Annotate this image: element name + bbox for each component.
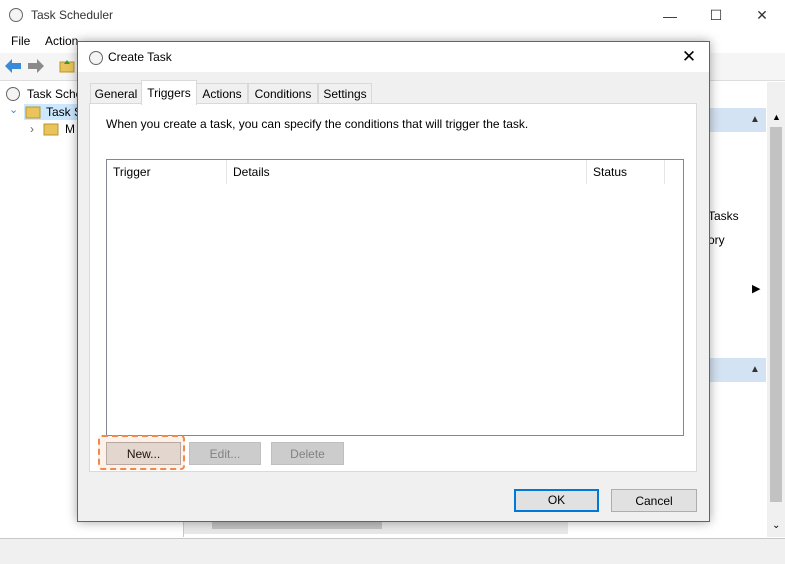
tree-folder-label[interactable]: M: [65, 122, 75, 136]
tab-actions[interactable]: Actions: [196, 83, 248, 104]
column-header-details[interactable]: Details: [227, 160, 587, 184]
status-bar: [0, 538, 785, 564]
tree-root-label[interactable]: Task Sche: [27, 87, 82, 101]
back-arrow-icon[interactable]: [4, 58, 22, 74]
menu-action[interactable]: Action: [45, 34, 78, 48]
triggers-list[interactable]: Trigger Details Status: [106, 159, 684, 436]
submenu-arrow-icon[interactable]: ▶: [752, 282, 760, 295]
dialog-title: Create Task: [108, 50, 172, 64]
menu-file[interactable]: File: [11, 34, 30, 48]
ok-button[interactable]: OK: [514, 489, 599, 512]
actions-item-tasks[interactable]: Tasks: [708, 209, 739, 223]
column-header-trigger[interactable]: Trigger: [107, 160, 227, 184]
maximize-button[interactable]: ☐: [693, 0, 739, 31]
actions-item-history[interactable]: ory: [708, 233, 725, 247]
triggers-panel: When you create a task, you can specify …: [89, 103, 697, 472]
cancel-button[interactable]: Cancel: [611, 489, 697, 512]
dialog-clock-icon: [89, 51, 103, 65]
up-folder-icon[interactable]: [59, 58, 75, 74]
close-window-button[interactable]: ✕: [739, 0, 785, 31]
scroll-up-icon[interactable]: ▲: [772, 112, 781, 122]
task-scheduler-icon: [9, 8, 23, 22]
scheduler-root-icon: [6, 87, 20, 101]
tab-triggers[interactable]: Triggers: [141, 80, 197, 105]
expand-chevron-icon[interactable]: ⌄: [9, 103, 18, 116]
dialog-close-button[interactable]: ✕: [675, 45, 703, 69]
delete-trigger-button[interactable]: Delete: [271, 442, 344, 465]
edit-trigger-button[interactable]: Edit...: [189, 442, 261, 465]
actions-scrollbar[interactable]: ▲ ⌄: [767, 82, 785, 537]
triggers-description: When you create a task, you can specify …: [106, 117, 529, 131]
main-titlebar: Task Scheduler — ☐ ✕: [0, 0, 785, 31]
collapse-chevron-icon[interactable]: ›: [30, 122, 34, 136]
scroll-down-icon[interactable]: ⌄: [772, 520, 780, 531]
collapse-up-icon-2[interactable]: ▲: [750, 364, 760, 375]
column-header-status[interactable]: Status: [587, 160, 665, 184]
tab-settings[interactable]: Settings: [318, 83, 372, 104]
tab-general[interactable]: General: [90, 83, 142, 104]
minimize-button[interactable]: —: [647, 0, 693, 31]
tab-conditions[interactable]: Conditions: [248, 83, 318, 104]
forward-arrow-icon[interactable]: [27, 58, 45, 74]
dialog-titlebar: Create Task ✕: [78, 42, 709, 72]
scrollbar-thumb-vertical[interactable]: [770, 127, 782, 502]
new-button-highlight: [98, 435, 185, 470]
library-folder-icon: [25, 106, 41, 119]
collapse-up-icon[interactable]: ▲: [750, 114, 760, 125]
folder-icon: [43, 123, 59, 136]
window-title: Task Scheduler: [31, 8, 114, 22]
